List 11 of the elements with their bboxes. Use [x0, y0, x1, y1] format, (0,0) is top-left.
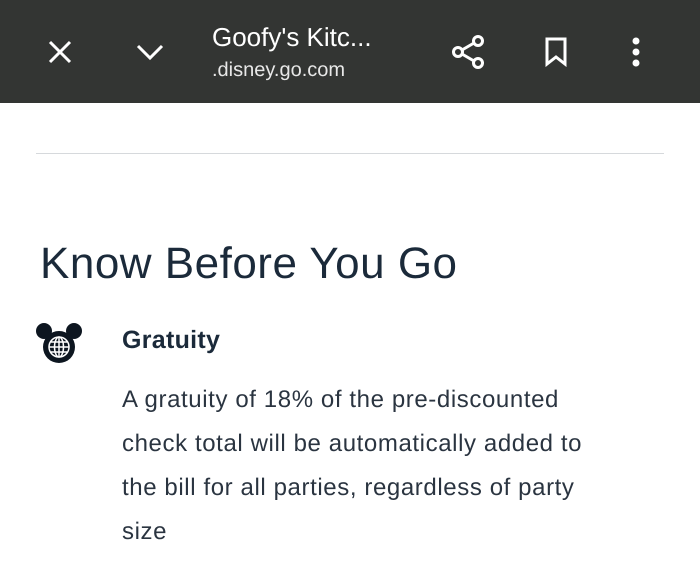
close-icon: [47, 38, 73, 64]
page-url: .disney.go.com: [212, 58, 346, 82]
more-icon: [632, 36, 640, 66]
item-description: A gratuity of 18% of the pre-discounted check total will be automatically added to the bill for all parties, regardless of party size: [122, 385, 582, 547]
chevron-down-icon: [136, 42, 164, 60]
mickey-globe-icon: [36, 322, 82, 364]
bookmark-icon: [544, 36, 568, 66]
page-title: Goofy's Kitc...: [212, 22, 373, 52]
item-title: Gratuity: [122, 325, 222, 356]
share-icon: [451, 34, 485, 70]
section-heading: Know Before You Go: [40, 238, 459, 290]
